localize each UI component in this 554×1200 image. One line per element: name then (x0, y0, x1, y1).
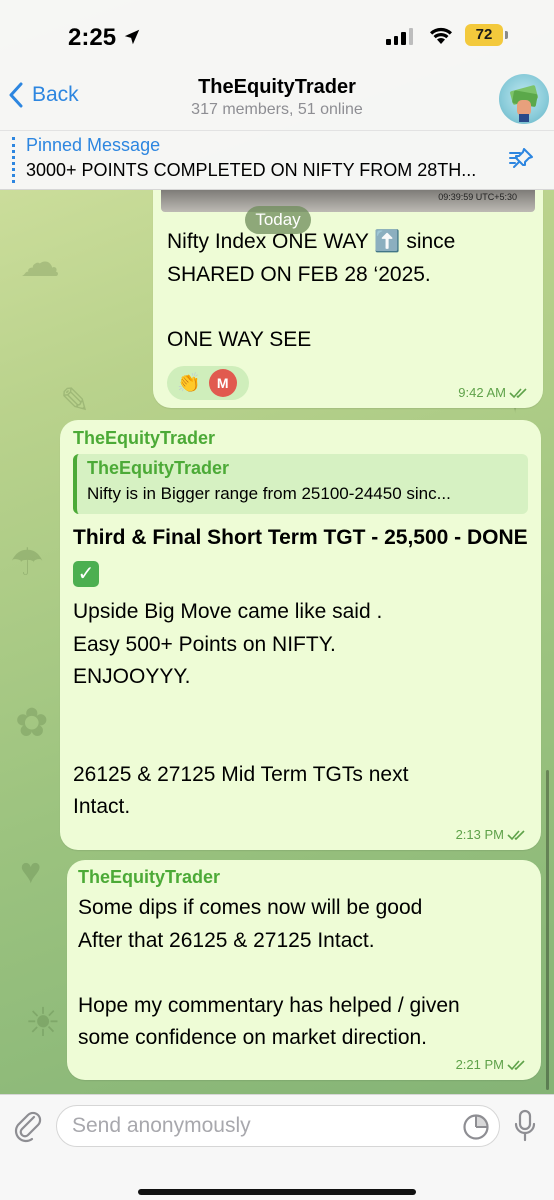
money-fist-icon (510, 85, 538, 122)
check-mark-emoji: ✓ (73, 560, 99, 587)
message-meta: 9:42 AM (458, 385, 529, 400)
message-time: 9:42 AM (458, 385, 506, 400)
double-check-icon (509, 387, 527, 398)
message-text: Upside Big Move came like said . Easy 50… (73, 600, 409, 818)
pinned-indicator (12, 137, 15, 183)
date-separator: Today (245, 206, 311, 234)
reactions: 👏 M (167, 366, 249, 400)
battery-indicator: 72 (465, 24, 503, 46)
clap-emoji: 👏 (177, 373, 201, 394)
reactor-avatar: M (208, 369, 237, 397)
chat-title[interactable]: TheEquityTrader (0, 76, 554, 99)
chat-member-count: 317 members, 51 online (191, 101, 363, 118)
headline-text: Third & Final Short Term TGT - 25,500 - … (73, 526, 528, 549)
message-input[interactable] (56, 1105, 500, 1147)
message-meta: 2:21 PM (456, 1057, 527, 1072)
chat-nav-bar: Back TheEquityTrader 317 members, 51 onl… (0, 70, 554, 128)
sticker-icon[interactable] (462, 1113, 490, 1141)
message-bubble[interactable]: 09:39:59 UTC+5:30 Nifty Index ONE WAY ⬆️… (153, 190, 543, 408)
pinned-label: Pinned Message (26, 135, 161, 155)
wifi-icon (430, 27, 452, 44)
photo-timestamp: 09:39:59 UTC+5:30 (438, 192, 517, 202)
microphone-icon[interactable] (513, 1109, 537, 1143)
message-time: 2:21 PM (455, 1057, 504, 1072)
double-check-icon (507, 829, 525, 840)
channel-avatar[interactable] (499, 74, 549, 124)
message-headline: Third & Final Short Term TGT - 25,500 - … (73, 522, 533, 587)
message-bubble[interactable]: TheEquityTrader Some dips if comes now w… (67, 860, 541, 1080)
message-text: Nifty Index ONE WAY ⬆️ since SHARED ON F… (167, 230, 456, 351)
cellular-signal-icon (386, 27, 413, 45)
message-text: Some dips if comes now will be good Afte… (78, 896, 460, 1049)
composer-bar (0, 1094, 554, 1200)
message-sender[interactable]: TheEquityTrader (73, 428, 215, 449)
pinned-message-bar[interactable]: Pinned Message 3000+ POINTS COMPLETED ON… (0, 130, 554, 188)
status-time: 2:25 (68, 24, 117, 51)
location-arrow-icon (124, 29, 140, 45)
message-time: 2:13 PM (455, 827, 504, 842)
message-meta: 2:13 PM (456, 827, 527, 842)
message-sender[interactable]: TheEquityTrader (78, 867, 220, 888)
home-indicator (138, 1189, 416, 1195)
message-bubble[interactable]: TheEquityTrader TheEquityTrader Nifty is… (60, 420, 541, 850)
pinned-text: 3000+ POINTS COMPLETED ON NIFTY FROM 28T… (26, 160, 477, 180)
reply-sender: TheEquityTrader (87, 458, 230, 478)
top-bar: 2:25 72 Back TheEquityTrader 317 members… (0, 0, 554, 190)
battery-nub (505, 31, 508, 39)
photo-attachment[interactable]: 09:39:59 UTC+5:30 (161, 190, 535, 212)
pin-list-icon[interactable] (506, 145, 536, 175)
chat-scrollbar[interactable] (546, 770, 549, 1090)
reply-preview[interactable]: TheEquityTrader Nifty is in Bigger range… (73, 454, 528, 514)
status-bar: 2:25 72 (0, 0, 554, 70)
reaction-clap[interactable]: 👏 M (167, 366, 249, 400)
reply-text: Nifty is in Bigger range from 25100-2445… (87, 484, 451, 503)
double-check-icon (507, 1059, 525, 1070)
paperclip-icon[interactable] (12, 1109, 42, 1143)
